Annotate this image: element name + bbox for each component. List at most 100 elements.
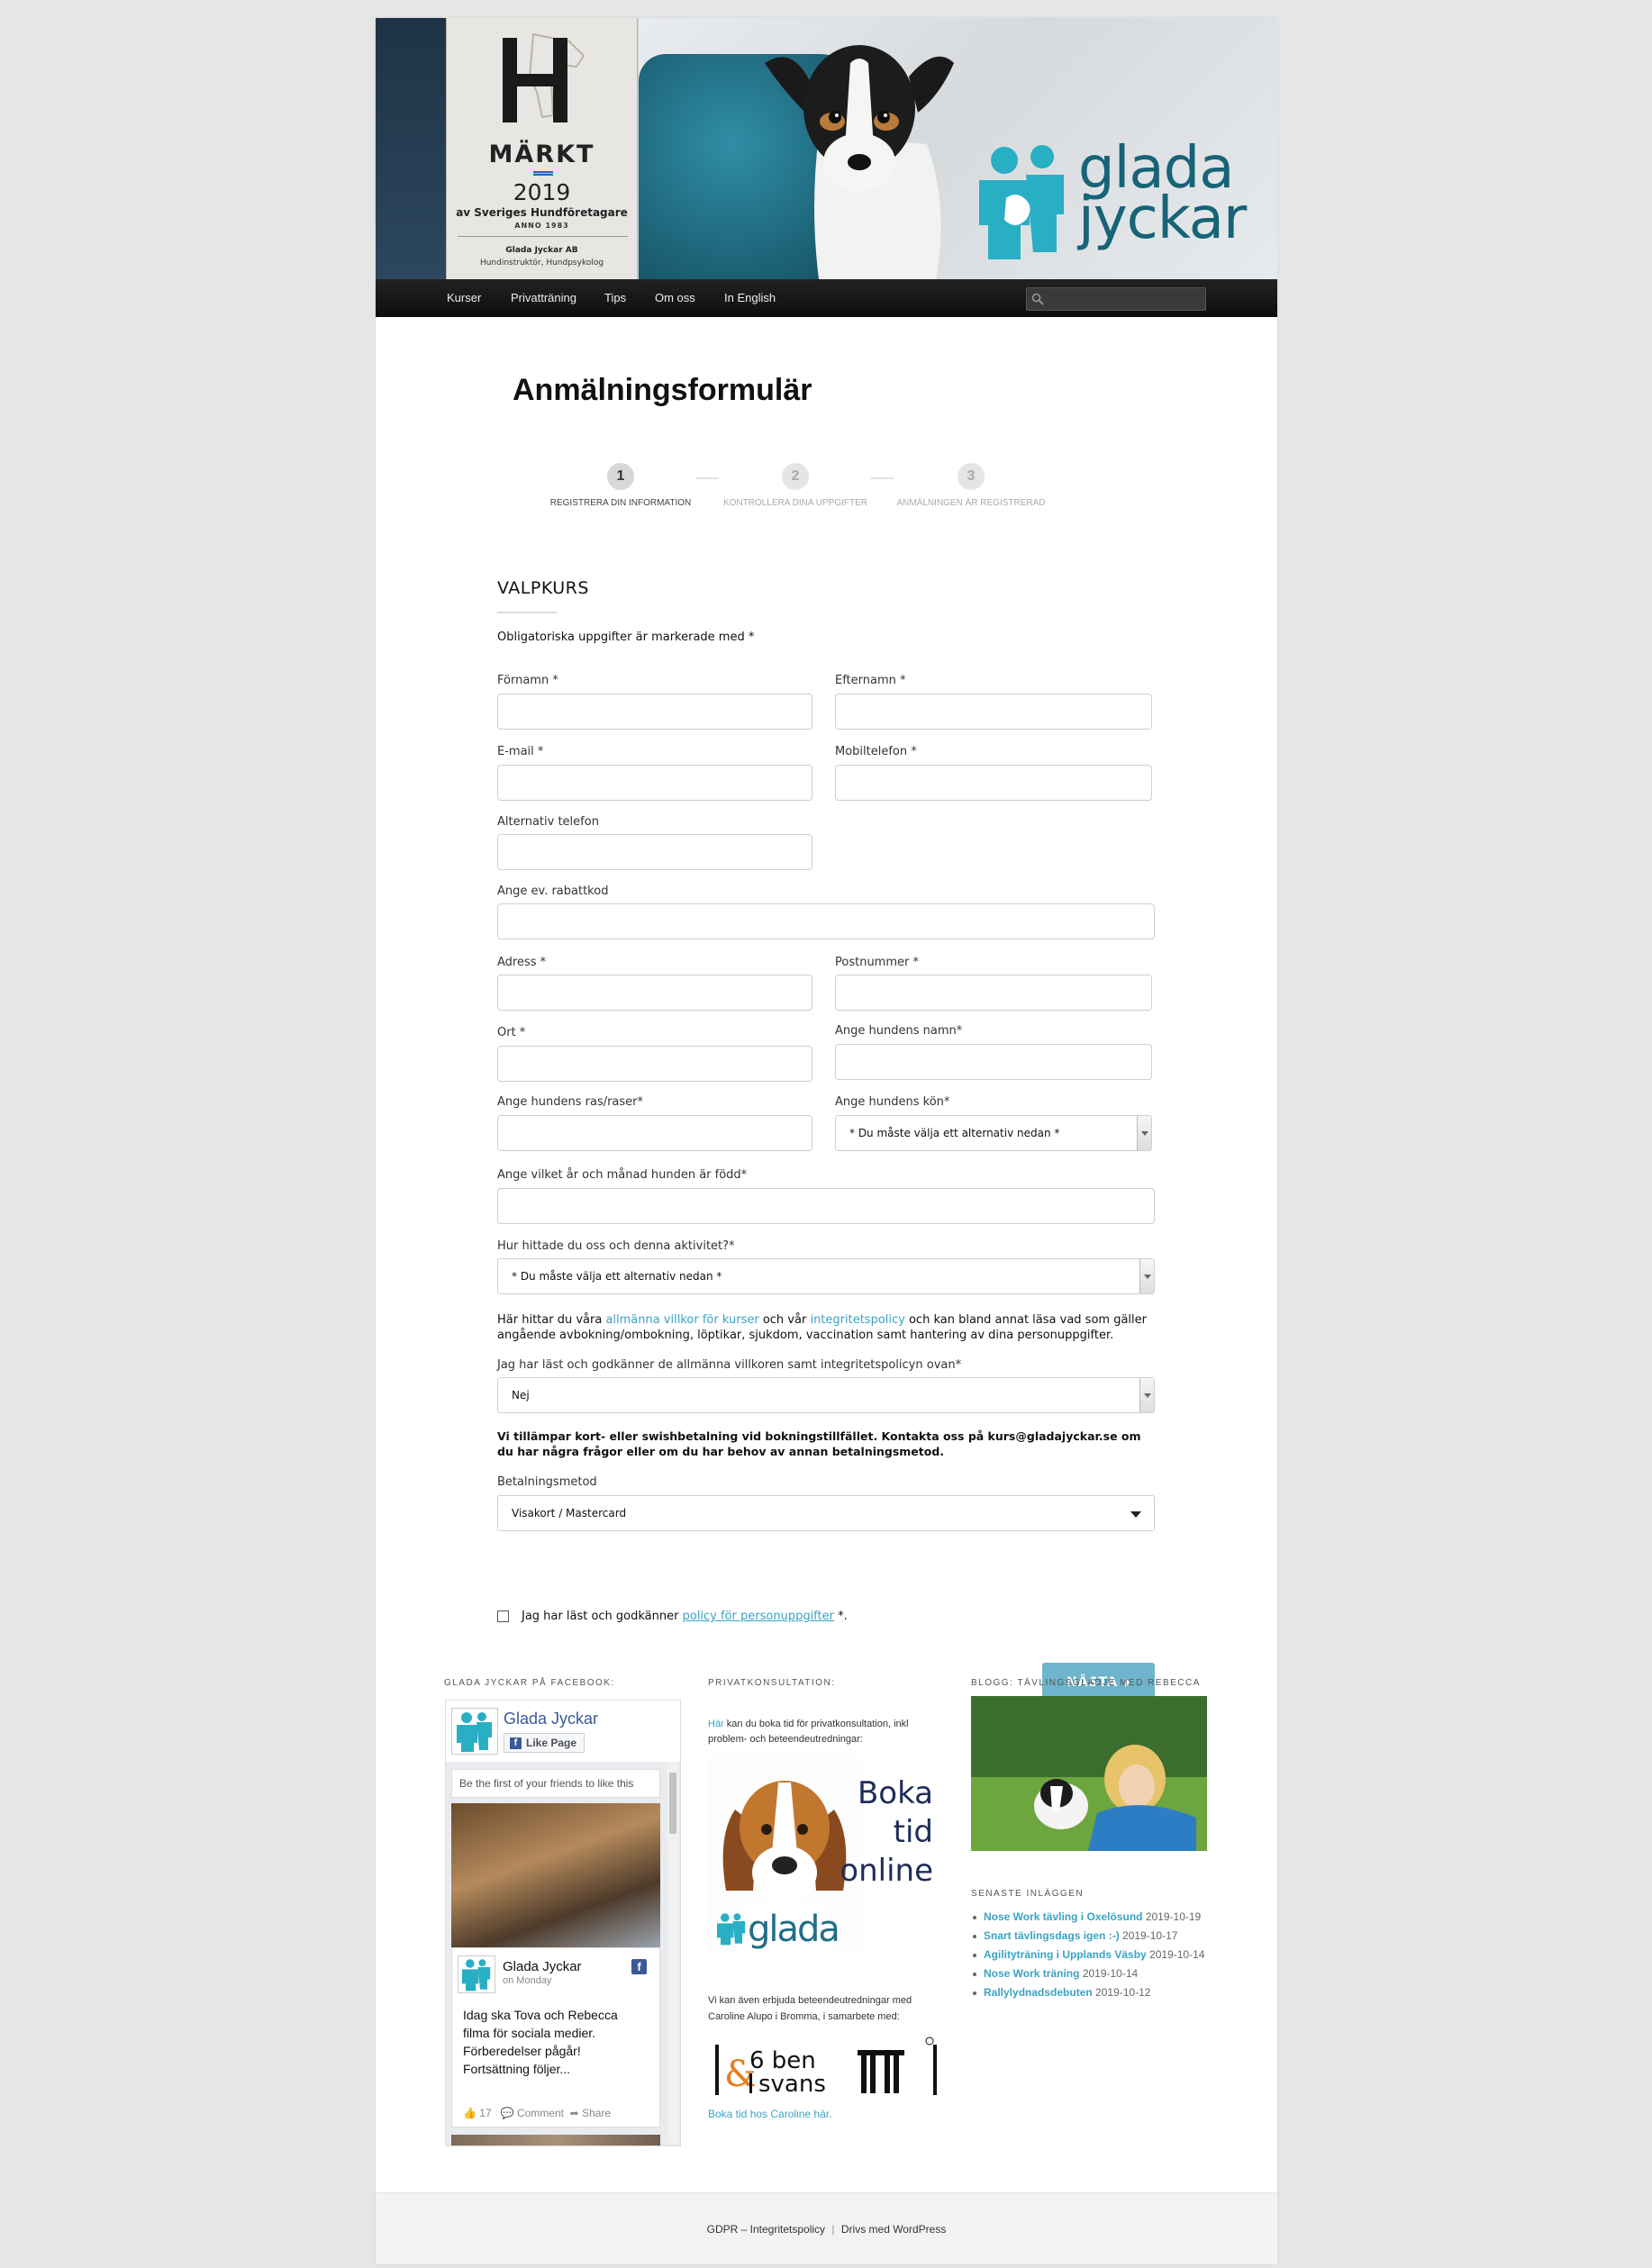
wordpress-link[interactable]: Drivs med WordPress (841, 2223, 946, 2236)
fb-friends-note: Be the first of your friends to like thi… (451, 1769, 660, 1798)
ad-text-boka: Boka (857, 1775, 933, 1811)
glada-jyckar-mark-icon (462, 1959, 491, 1991)
header-banner[interactable]: MÄRKT 2019 av Sveriges Hundföretagare AN… (376, 18, 1277, 279)
label-city: Ort * (497, 1026, 526, 1039)
badge-subtitle: av Sveriges Hundföretagare (456, 206, 628, 219)
terms-text: Här hittar du våra (497, 1313, 606, 1327)
recent-post-link[interactable]: Agilityträning i Upplands Väsby (984, 1948, 1147, 1961)
consent-checkbox[interactable] (497, 1610, 509, 1622)
payment-info: Vi tillämpar kort- eller swishbetalning … (497, 1429, 1141, 1458)
nav-item-privattraning[interactable]: Privatträning (511, 291, 576, 304)
blog-photo[interactable] (971, 1696, 1207, 1851)
last-name-field[interactable] (835, 694, 1152, 730)
recent-posts-list: Nose Work tävling i Oxelösund 2019-10-19… (971, 1908, 1232, 2002)
nav-item-in-english[interactable]: In English (724, 291, 776, 304)
privacy-policy-link[interactable]: policy för personuppgifter (683, 1610, 834, 1623)
gdpr-link[interactable]: GDPR – Integritetspolicy (707, 2223, 825, 2236)
label-mobile: Mobiltelefon * (835, 745, 917, 758)
thumbs-up-icon: 👍 (463, 2107, 477, 2119)
behaviour-text: Vi kan även erbjuda beteendeutredningar … (708, 1995, 912, 2022)
label-payment: Betalningsmetod (497, 1475, 597, 1489)
postcode-field[interactable] (835, 975, 1152, 1011)
step-number: 1 (607, 463, 634, 490)
facebook-icon: f (510, 1737, 522, 1749)
fb-post-author[interactable]: Glada Jyckar (503, 1959, 582, 1974)
email-field[interactable] (497, 765, 812, 801)
here-link[interactable]: Här (708, 1719, 724, 1729)
dog-sex-select[interactable]: * Du måste välja ett alternativ nedan * (835, 1115, 1152, 1151)
fb-feed[interactable]: Be the first of your friends to like thi… (446, 1762, 680, 2146)
payment-method-value: Visakort / Mastercard (512, 1507, 627, 1520)
nav-item-kurser[interactable]: Kurser (447, 291, 481, 304)
step-2: 2 KONTROLLERA DINA UPPGIFTER (705, 463, 885, 508)
scrollbar-thumb[interactable] (669, 1773, 676, 1834)
recent-post-date: 2019-10-17 (1122, 1929, 1178, 1942)
accept-terms-select[interactable]: Nej (497, 1377, 1155, 1413)
facebook-widget: Glada Jyckar f Like Page Be the first of … (445, 1700, 681, 2146)
list-item: Rallylydnadsdebuten 2019-10-12 (971, 1983, 1232, 2002)
found-us-value: * Du måste välja ett alternativ nedan * (512, 1270, 722, 1283)
terms-info: Här hittar du våra allmänna villkor för … (497, 1312, 1155, 1343)
comment-icon: 💬 (500, 2107, 514, 2119)
step-1: 1 REGISTRERA DIN INFORMATION (531, 463, 711, 508)
alt-phone-field[interactable] (497, 834, 812, 870)
site-footer: GDPR – Integritetspolicy | Drivs med Wor… (376, 2192, 1277, 2264)
fb-scrollbar[interactable] (667, 1762, 678, 2144)
fb-comment-button[interactable]: Comment (517, 2107, 564, 2119)
found-us-select[interactable]: * Du måste välja ett alternativ nedan * (497, 1258, 1155, 1294)
label-found-us: Hur hittade du oss och denna aktivitet?* (497, 1239, 735, 1253)
payment-method-select[interactable]: Visakort / Mastercard (497, 1495, 1155, 1531)
discount-code-field[interactable] (497, 903, 1155, 939)
book-online-banner[interactable]: Boka tid online glada jyckar (708, 1755, 944, 1952)
caroline-booking-link[interactable]: Boka tid hos Caroline här. (708, 2108, 831, 2120)
facebook-icon: f (631, 1959, 647, 1974)
fb-next-post-photo[interactable] (451, 2135, 660, 2146)
private-consult-title: PRIVATKONSULTATION: (708, 1678, 836, 1688)
recent-post-link[interactable]: Nose Work tävling i Oxelösund (984, 1910, 1142, 1923)
dog-breed-field[interactable] (497, 1115, 812, 1151)
fb-like-count[interactable]: 17 (479, 2107, 491, 2119)
main-nav: Kurser Privatträning Tips Om oss In Engl… (376, 279, 1277, 317)
dog-name-field[interactable] (835, 1044, 1152, 1080)
mobile-field[interactable] (835, 765, 1152, 801)
glada-jyckar-logo: glada jyckar (970, 135, 1267, 270)
nav-item-om-oss[interactable]: Om oss (655, 291, 695, 304)
fb-page-name[interactable]: Glada Jyckar (504, 1710, 598, 1728)
fb-post-time[interactable]: on Monday (503, 1975, 551, 1986)
recent-posts-title: SENASTE INLÄGGEN (971, 1889, 1085, 1899)
label-email: E-mail * (497, 745, 544, 758)
like-label: Like Page (526, 1737, 577, 1749)
recent-post-link[interactable]: Nose Work träning (984, 1967, 1079, 1980)
recent-post-link[interactable]: Snart tävlingsdags igen :-) (984, 1929, 1120, 1942)
banner-denim (376, 18, 446, 279)
fb-post-avatar[interactable] (458, 1955, 495, 1993)
fb-like-page-button[interactable]: f Like Page (504, 1733, 585, 1753)
terms-link-privacy[interactable]: integritetspolicy (810, 1313, 904, 1327)
fb-post-text: Idag ska Tova och Rebecca filma för soci… (463, 2008, 618, 2076)
page-title: Anmälningsformulär (513, 373, 812, 407)
consult-text: kan du boka tid för privatkonsultation, … (708, 1719, 909, 1745)
fb-share-button[interactable]: Share (582, 2107, 611, 2119)
ad-text-online: online (840, 1853, 933, 1889)
dog-born-field[interactable] (497, 1188, 1155, 1224)
share-icon: ➦ (569, 2107, 579, 2119)
accept-terms-value: Nej (512, 1389, 530, 1402)
search-input[interactable] (1026, 287, 1206, 311)
sex-ben-svans-logo[interactable]: & 6 ben svans (708, 2032, 944, 2104)
swedish-flag-stripe (533, 171, 553, 176)
recent-post-date: 2019-10-14 (1082, 1967, 1139, 1980)
first-name-field[interactable] (497, 694, 812, 730)
badge-year: 2019 (513, 179, 571, 205)
address-field[interactable] (497, 975, 812, 1011)
nav-item-tips[interactable]: Tips (604, 291, 626, 304)
facebook-widget-title: GLADA JYCKAR PÅ FACEBOOK: (444, 1678, 615, 1688)
footer-separator: | (831, 2223, 835, 2236)
terms-link-courses[interactable]: allmänna villkor för kurser (605, 1313, 758, 1327)
recent-post-link[interactable]: Rallylydnadsdebuten (984, 1986, 1093, 1999)
city-field[interactable] (497, 1046, 812, 1082)
step-number: 3 (958, 463, 985, 490)
fb-page-avatar[interactable] (451, 1708, 498, 1755)
h-markt-logo (503, 32, 585, 122)
fb-post-photo[interactable] (451, 1803, 660, 1947)
search-icon (1031, 293, 1044, 305)
